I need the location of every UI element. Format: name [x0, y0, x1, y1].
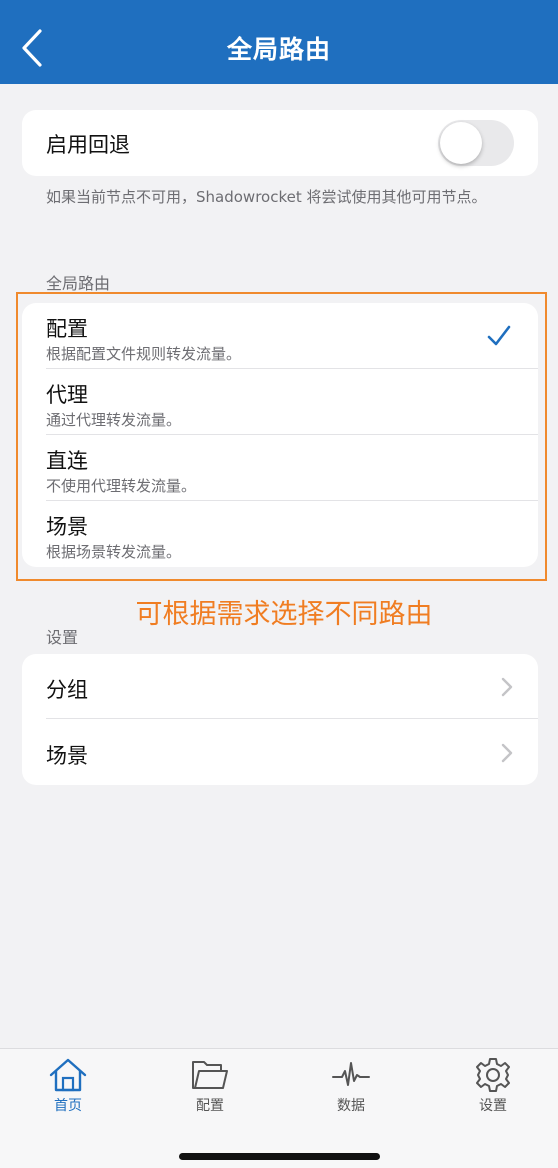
global-routing-header: 全局路由: [46, 274, 111, 293]
pulse-icon: [332, 1062, 370, 1086]
tab-label: 配置: [196, 1098, 224, 1114]
chevron-right-icon: [501, 743, 513, 763]
fallback-footnote: 如果当前节点不可用，Shadowrocket 将尝试使用其他可用节点。: [46, 188, 487, 206]
global-routing-card: 配置 根据配置文件规则转发流量。 代理 通过代理转发流量。 直连 不使用代理转发…: [22, 303, 538, 567]
tab-label: 首页: [54, 1098, 82, 1114]
settings-item-label: 场景: [46, 744, 88, 768]
settings-item-groups[interactable]: 分组: [22, 654, 538, 719]
home-icon: [49, 1058, 87, 1092]
fallback-card: 启用回退: [22, 110, 538, 176]
toggle-knob: [440, 122, 482, 164]
route-option-config[interactable]: 配置 根据配置文件规则转发流量。: [22, 303, 538, 369]
home-indicator: [179, 1153, 380, 1160]
route-option-title: 代理: [46, 383, 88, 407]
route-option-scene[interactable]: 场景 根据场景转发流量。: [22, 501, 538, 567]
tab-bar: 首页 配置 数据 设置: [0, 1048, 558, 1168]
tab-home[interactable]: 首页: [18, 1057, 118, 1127]
annotation-text: 可根据需求选择不同路由: [135, 599, 433, 630]
settings-item-label: 分组: [46, 678, 88, 702]
chevron-right-icon: [501, 677, 513, 697]
route-option-direct[interactable]: 直连 不使用代理转发流量。: [22, 435, 538, 501]
fallback-toggle[interactable]: [438, 120, 514, 166]
settings-header: 设置: [46, 628, 79, 647]
fallback-label: 启用回退: [46, 133, 130, 157]
route-option-subtitle: 根据场景转发流量。: [46, 543, 182, 561]
tab-config[interactable]: 配置: [160, 1057, 260, 1127]
route-option-title: 直连: [46, 449, 88, 473]
checkmark-icon: [487, 325, 511, 346]
route-option-subtitle: 不使用代理转发流量。: [46, 477, 197, 495]
settings-card: 分组 场景: [22, 654, 538, 785]
gear-icon: [476, 1058, 510, 1092]
settings-item-scenes[interactable]: 场景: [22, 720, 538, 785]
navigation-bar: 全局路由: [0, 0, 558, 84]
page-title: 全局路由: [226, 35, 331, 64]
tab-settings[interactable]: 设置: [443, 1057, 543, 1127]
tab-data[interactable]: 数据: [301, 1057, 401, 1127]
route-option-subtitle: 根据配置文件规则转发流量。: [46, 345, 242, 363]
route-option-title: 场景: [46, 515, 88, 539]
tab-label: 数据: [337, 1098, 365, 1114]
route-option-proxy[interactable]: 代理 通过代理转发流量。: [22, 369, 538, 435]
row-divider: [46, 718, 538, 719]
tab-label: 设置: [479, 1098, 507, 1114]
route-option-title: 配置: [46, 317, 88, 341]
route-option-subtitle: 通过代理转发流量。: [46, 411, 182, 429]
folder-icon: [192, 1061, 228, 1089]
